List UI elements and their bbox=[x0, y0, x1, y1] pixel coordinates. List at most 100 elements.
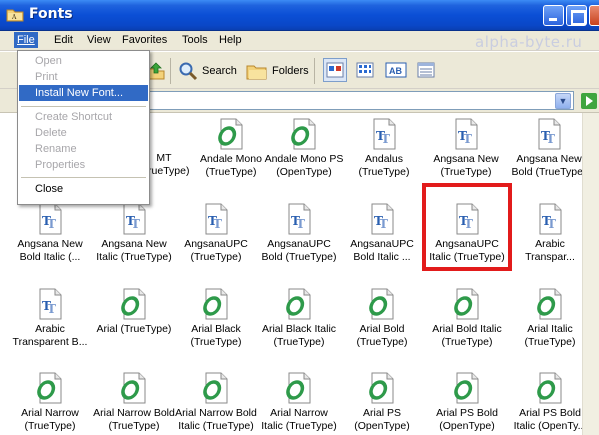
opentype-icon bbox=[121, 288, 146, 320]
truetype-icon: T T bbox=[123, 203, 146, 235]
svg-text:T: T bbox=[381, 132, 390, 146]
font-item[interactable]: T T Angsana New Italic (TrueType) bbox=[92, 203, 176, 264]
font-item[interactable]: Andale Mono (TrueType) bbox=[189, 118, 273, 179]
font-type: (TrueType) bbox=[24, 420, 76, 432]
font-item[interactable]: Arial Bold Italic (TrueType) bbox=[425, 288, 509, 349]
font-type: Bold (TrueType) bbox=[511, 166, 587, 178]
address-dropdown-button[interactable]: ▼ bbox=[555, 93, 571, 109]
maximize-button[interactable] bbox=[566, 5, 587, 26]
ab-icon: AB bbox=[385, 62, 407, 78]
folders-button[interactable]: Folders bbox=[246, 61, 309, 81]
details-icon bbox=[417, 62, 435, 78]
menu-favorites[interactable]: Favorites bbox=[122, 34, 167, 46]
font-item[interactable]: Arial (TrueType) bbox=[92, 288, 176, 336]
svg-text:T: T bbox=[379, 217, 388, 231]
font-type: (TrueType) bbox=[524, 336, 576, 348]
font-name: AngsanaUPC bbox=[267, 238, 331, 250]
font-item[interactable]: T T AngsanaUPC (TrueType) bbox=[174, 203, 258, 264]
font-item[interactable]: Arial Narrow Italic (TrueType) bbox=[257, 372, 341, 433]
close-window-button[interactable] bbox=[589, 5, 599, 26]
view-details-button[interactable] bbox=[414, 58, 438, 82]
font-item[interactable]: Arial PS (OpenType) bbox=[340, 372, 424, 433]
font-name: Arial Bold bbox=[359, 323, 405, 335]
font-item[interactable]: Arial Black Italic (TrueType) bbox=[257, 288, 341, 349]
font-item[interactable]: Arial Narrow (TrueType) bbox=[8, 372, 92, 433]
font-type: Italic (TrueType) bbox=[96, 251, 172, 263]
search-icon bbox=[179, 62, 198, 81]
menu-item-install-new-font[interactable]: Install New Font... bbox=[19, 85, 148, 101]
truetype-icon: T T bbox=[39, 203, 62, 235]
menu-tools[interactable]: Tools bbox=[182, 34, 208, 46]
font-name: Arial Narrow Bold bbox=[175, 407, 257, 419]
font-name: AngsanaUPC bbox=[184, 238, 248, 250]
font-item[interactable]: T T Arabic Transparent B... bbox=[8, 288, 92, 349]
title-bar: A Fonts bbox=[0, 0, 599, 31]
menu-item-delete[interactable]: Delete bbox=[19, 125, 148, 141]
menu-help[interactable]: Help bbox=[219, 34, 242, 46]
font-name: Arial Bold Italic bbox=[432, 323, 502, 335]
truetype-icon: T T bbox=[39, 288, 62, 320]
font-type: (TrueType) bbox=[358, 166, 410, 178]
font-item[interactable]: Arial Narrow Bold Italic (TrueType) bbox=[174, 372, 258, 433]
vertical-scrollbar[interactable] bbox=[582, 113, 599, 435]
menu-separator bbox=[21, 177, 146, 178]
truetype-icon: T T bbox=[288, 203, 311, 235]
search-button[interactable]: Search bbox=[178, 61, 237, 81]
font-type: (TrueType) bbox=[190, 251, 242, 263]
opentype-icon bbox=[291, 118, 316, 150]
font-item[interactable]: Arial Narrow Bold (TrueType) bbox=[92, 372, 176, 433]
folder-icon: A bbox=[6, 9, 24, 22]
font-item[interactable]: Andale Mono PS (OpenType) bbox=[262, 118, 346, 179]
font-name: Arial Narrow bbox=[21, 407, 79, 419]
svg-text:AB: AB bbox=[389, 66, 402, 76]
menu-edit[interactable]: Edit bbox=[54, 34, 73, 46]
truetype-icon: T T bbox=[373, 118, 396, 150]
font-item[interactable]: Arial PS Bold Italic (OpenTy... bbox=[508, 372, 592, 433]
menu-view[interactable]: View bbox=[87, 34, 111, 46]
font-item[interactable]: T T Arabic Transpar... bbox=[508, 203, 592, 264]
address-input[interactable] bbox=[148, 91, 574, 110]
opentype-icon bbox=[369, 372, 394, 404]
font-type: Bold Italic ... bbox=[353, 251, 411, 263]
font-type: Transparent B... bbox=[12, 336, 88, 348]
font-name: Arial Black Italic bbox=[261, 323, 337, 335]
menu-item-create-shortcut[interactable]: Create Shortcut bbox=[19, 109, 148, 125]
font-type: Bold Italic (... bbox=[19, 251, 81, 263]
menu-item-print[interactable]: Print bbox=[19, 69, 148, 85]
font-item[interactable]: T T Andalus (TrueType) bbox=[342, 118, 426, 179]
minimize-button[interactable] bbox=[543, 5, 564, 26]
font-item[interactable]: Arial Italic (TrueType) bbox=[508, 288, 592, 349]
font-item[interactable]: T T AngsanaUPC Bold (TrueType) bbox=[257, 203, 341, 264]
font-item[interactable]: T T AngsanaUPC Bold Italic ... bbox=[340, 203, 424, 264]
opentype-icon bbox=[37, 372, 62, 404]
font-name: Arial PS Bold bbox=[436, 407, 498, 419]
menu-item-rename[interactable]: Rename bbox=[19, 141, 148, 157]
font-name: AngsanaUPC bbox=[350, 238, 414, 250]
font-item[interactable]: Arial Black (TrueType) bbox=[174, 288, 258, 349]
opentype-icon bbox=[537, 372, 562, 404]
font-name: Arial Black bbox=[191, 323, 241, 335]
view-similarity-button[interactable]: AB bbox=[383, 58, 407, 82]
font-type: Transpar... bbox=[525, 251, 575, 263]
font-item[interactable]: Arial PS Bold (OpenType) bbox=[425, 372, 509, 433]
font-name: Arabic bbox=[35, 323, 65, 335]
svg-text:T: T bbox=[47, 302, 56, 316]
svg-text:T: T bbox=[463, 132, 472, 146]
menu-item-properties[interactable]: Properties bbox=[19, 157, 148, 173]
opentype-icon bbox=[286, 372, 311, 404]
font-item[interactable]: T T Angsana New Bold Italic (... bbox=[8, 203, 92, 264]
view-large-icons-button[interactable] bbox=[323, 58, 347, 82]
go-button[interactable] bbox=[581, 93, 597, 109]
menu-item-open[interactable]: Open bbox=[19, 53, 148, 69]
opentype-icon bbox=[454, 288, 479, 320]
large-icons-icon bbox=[326, 62, 344, 78]
font-item[interactable]: T T Angsana New Bold (TrueType) bbox=[507, 118, 591, 179]
menu-item-close[interactable]: Close bbox=[19, 181, 148, 197]
font-item[interactable]: Arial Bold (TrueType) bbox=[340, 288, 424, 349]
view-list-button[interactable] bbox=[353, 58, 377, 82]
file-menu-dropdown: Open Print Install New Font... Create Sh… bbox=[17, 50, 150, 205]
font-item[interactable]: T T Angsana New (TrueType) bbox=[424, 118, 508, 179]
svg-text:T: T bbox=[546, 132, 555, 146]
font-type: (TrueType) bbox=[205, 166, 257, 178]
menu-file[interactable]: File bbox=[14, 32, 38, 48]
